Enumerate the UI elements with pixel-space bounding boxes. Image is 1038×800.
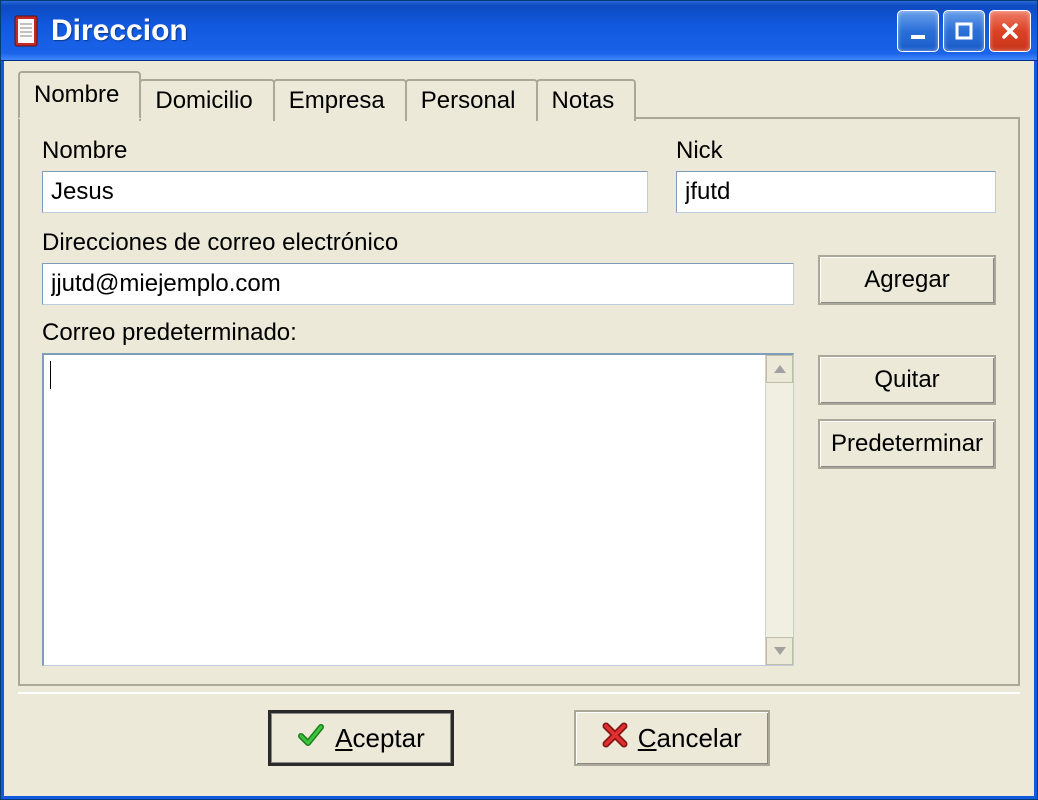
window-controls bbox=[897, 10, 1031, 52]
add-button[interactable]: Agregar bbox=[818, 255, 996, 305]
default-mail-label: Correo predeterminado: bbox=[42, 319, 794, 347]
chevron-up-icon bbox=[774, 365, 786, 373]
window-title: Direccion bbox=[51, 14, 188, 48]
maximize-button[interactable] bbox=[943, 10, 985, 52]
email-listbox[interactable] bbox=[42, 353, 794, 666]
name-field-group: Nombre bbox=[42, 137, 648, 213]
list-content bbox=[44, 355, 765, 665]
x-icon bbox=[602, 722, 628, 755]
scroll-up-button[interactable] bbox=[766, 355, 793, 383]
set-default-button[interactable]: Predeterminar bbox=[818, 419, 996, 469]
email-field-group: Direcciones de correo electrónico bbox=[42, 229, 794, 305]
cancel-label: Cancelar bbox=[638, 723, 742, 754]
chevron-down-icon bbox=[774, 647, 786, 655]
email-input[interactable] bbox=[42, 263, 794, 305]
remove-button[interactable]: Quitar bbox=[818, 355, 996, 405]
tab-nombre[interactable]: Nombre bbox=[18, 71, 141, 119]
title-left: Direccion bbox=[11, 14, 897, 48]
nick-input[interactable] bbox=[676, 171, 996, 213]
close-button[interactable] bbox=[989, 10, 1031, 52]
add-button-col: Agregar bbox=[818, 255, 996, 305]
list-row: Correo predeterminado: bbox=[42, 319, 996, 666]
email-row: Direcciones de correo electrónico Agrega… bbox=[42, 229, 996, 305]
scroll-down-button[interactable] bbox=[766, 637, 793, 665]
vertical-scrollbar[interactable] bbox=[765, 355, 793, 665]
tab-strip: Nombre Domicilio Empresa Personal Notas bbox=[18, 71, 1020, 117]
maximize-icon bbox=[953, 20, 975, 42]
tab-empresa[interactable]: Empresa bbox=[273, 79, 407, 121]
title-bar: Direccion bbox=[1, 1, 1037, 61]
accept-label: Aceptar bbox=[335, 723, 425, 754]
tab-personal[interactable]: Personal bbox=[405, 79, 538, 121]
cancel-button[interactable]: Cancelar bbox=[574, 710, 770, 766]
list-buttons-column: Quitar Predeterminar bbox=[818, 319, 996, 666]
tab-domicilio[interactable]: Domicilio bbox=[139, 79, 274, 121]
name-label: Nombre bbox=[42, 137, 648, 165]
nick-label: Nick bbox=[676, 137, 996, 165]
client-area: Nombre Domicilio Empresa Personal Notas … bbox=[1, 61, 1037, 799]
nick-field-group: Nick bbox=[676, 137, 996, 213]
minimize-icon bbox=[907, 20, 929, 42]
tab-notas[interactable]: Notas bbox=[536, 79, 637, 121]
list-column: Correo predeterminado: bbox=[42, 319, 794, 666]
check-icon bbox=[297, 721, 325, 756]
text-cursor bbox=[50, 361, 51, 389]
window-frame: Direccion Nombre Dom bbox=[0, 0, 1038, 800]
accept-button[interactable]: Aceptar bbox=[268, 710, 454, 766]
app-icon bbox=[11, 14, 41, 48]
minimize-button[interactable] bbox=[897, 10, 939, 52]
dialog-button-bar: Aceptar Cancelar bbox=[18, 692, 1020, 782]
tab-panel: Nombre Nick Direcciones de correo electr… bbox=[18, 117, 1020, 686]
close-icon bbox=[999, 20, 1021, 42]
name-nick-row: Nombre Nick bbox=[42, 137, 996, 213]
name-input[interactable] bbox=[42, 171, 648, 213]
email-label: Direcciones de correo electrónico bbox=[42, 229, 794, 257]
